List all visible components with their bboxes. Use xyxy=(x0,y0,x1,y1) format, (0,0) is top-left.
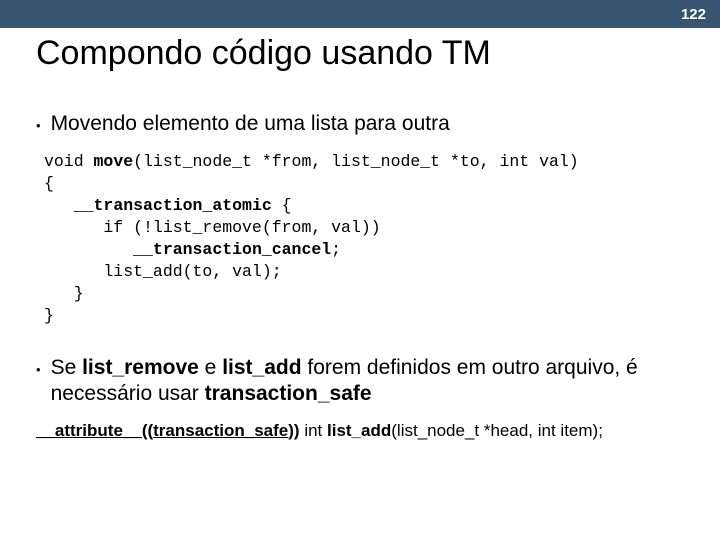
page-number: 122 xyxy=(681,6,706,23)
bullet-2: • Se list_remove e list_add forem defini… xyxy=(36,355,684,407)
slide-title: Compondo código usando TM xyxy=(36,34,684,73)
bullet-1: • Movendo elemento de uma lista para out… xyxy=(36,111,684,137)
bullet-2-text: Se list_remove e list_add forem definido… xyxy=(51,355,684,407)
code-line-2: { xyxy=(44,174,54,193)
code-line-1: void move(list_node_t *from, list_node_t… xyxy=(44,152,579,171)
attribute-line: __attribute__((transaction_safe)) int li… xyxy=(36,421,684,441)
code-line-4: if (!list_remove(from, val)) xyxy=(44,218,381,237)
bullet-1-text: Movendo elemento de uma lista para outra xyxy=(51,111,450,137)
bullet-dot-icon: • xyxy=(36,359,41,381)
code-line-3: __transaction_atomic { xyxy=(44,196,292,215)
top-bar: 122 xyxy=(0,0,720,28)
code-line-7: } xyxy=(44,284,84,303)
slide: 122 Compondo código usando TM • Movendo … xyxy=(0,0,720,540)
code-line-6: list_add(to, val); xyxy=(44,262,282,281)
bullet-dot-icon: • xyxy=(36,115,41,137)
code-line-8: } xyxy=(44,306,54,325)
slide-content: Compondo código usando TM • Movendo elem… xyxy=(0,28,720,441)
code-block: void move(list_node_t *from, list_node_t… xyxy=(44,151,684,327)
code-line-5: __transaction_cancel; xyxy=(44,240,341,259)
